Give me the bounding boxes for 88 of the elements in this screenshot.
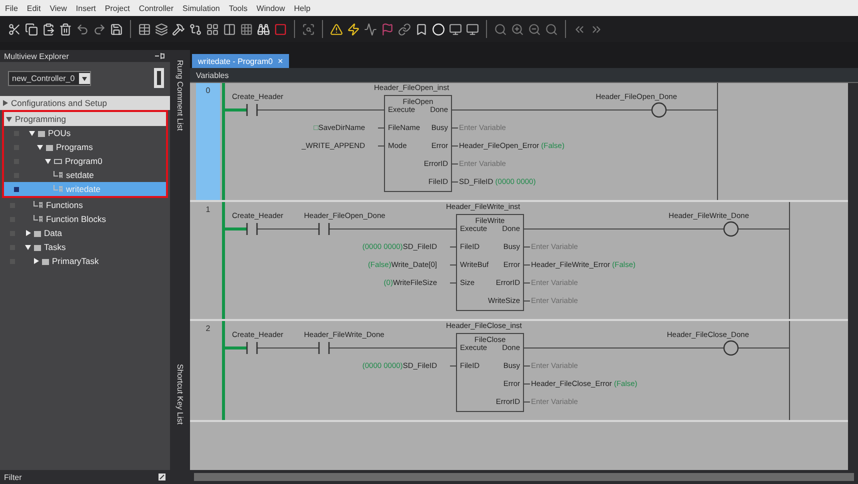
panel-title: Multiview Explorer (4, 52, 69, 60)
collapse-triangle-icon[interactable] (25, 244, 31, 250)
coil-icon[interactable] (651, 102, 667, 118)
collapse-triangle-icon[interactable] (37, 144, 43, 150)
filter-bar[interactable]: Filter (0, 470, 170, 484)
zoom-out-icon[interactable] (528, 22, 541, 36)
stop-icon[interactable] (274, 22, 287, 36)
tree-branch-icon (53, 171, 63, 179)
link-icon[interactable] (398, 22, 411, 36)
tree-item[interactable]: Function Blocks (0, 212, 170, 226)
pulse-icon[interactable] (364, 22, 377, 36)
scan-icon[interactable] (302, 22, 315, 36)
hammer-icon[interactable] (172, 22, 185, 36)
tree-item[interactable]: Tasks (0, 240, 170, 254)
controller-device-icon (154, 68, 164, 88)
expand-triangle-icon[interactable] (33, 258, 39, 264)
coil-icon[interactable] (723, 221, 739, 237)
variables-bar[interactable]: Variables (190, 68, 858, 83)
collapse-triangle-icon[interactable] (29, 130, 35, 136)
rung-number[interactable]: 1 (196, 202, 220, 319)
matrix-icon[interactable] (240, 22, 253, 36)
tree-item[interactable]: PrimaryTask (0, 254, 170, 268)
tree-item[interactable]: Functions (0, 198, 170, 212)
menu-item[interactable]: View (50, 4, 67, 12)
menu-item[interactable]: Controller (138, 4, 174, 12)
menu-item[interactable]: Help (294, 4, 310, 12)
redo-icon[interactable] (93, 22, 106, 36)
program-icon (54, 158, 62, 164)
menu-item[interactable]: Simulation (182, 4, 220, 12)
copy-icon[interactable] (25, 22, 38, 36)
vertical-scrollbar[interactable] (848, 83, 858, 470)
controller-dropdown[interactable]: new_Controller_0 (8, 70, 91, 86)
coil-icon[interactable] (723, 340, 739, 356)
paste-icon[interactable] (42, 22, 55, 36)
zoom-in-icon[interactable] (511, 22, 524, 36)
warning-icon[interactable] (330, 22, 343, 36)
tree-item[interactable]: Data (0, 226, 170, 240)
table-icon[interactable] (138, 22, 151, 36)
flag-icon[interactable] (381, 22, 394, 36)
filter-label: Filter (4, 472, 22, 482)
menu-item[interactable]: Edit (26, 4, 41, 12)
monitor-icon[interactable] (449, 22, 462, 36)
monitor-icon[interactable] (466, 22, 479, 36)
expand-icon[interactable] (158, 473, 166, 481)
circle-icon[interactable] (432, 22, 445, 36)
tree-item[interactable]: Configurations and Setup (0, 96, 170, 110)
scissors-icon[interactable] (8, 22, 21, 36)
menu-item[interactable]: Project (104, 4, 130, 12)
tree-item[interactable]: POUs (4, 126, 166, 140)
contact-icon[interactable] (246, 223, 258, 235)
bookmark-icon[interactable] (415, 22, 428, 36)
menu-item[interactable]: Insert (76, 4, 96, 12)
tree-item[interactable]: Programming (4, 112, 166, 126)
caret-icon (78, 72, 90, 84)
collapse-triangle-icon[interactable] (45, 158, 51, 164)
contact-icon[interactable] (246, 104, 258, 116)
contact-icon[interactable] (246, 342, 258, 354)
rung-number[interactable]: 2 (196, 321, 220, 420)
rung-number[interactable]: 0 (196, 83, 220, 200)
expand-triangle-icon[interactable] (2, 100, 8, 106)
tree-branch-icon (53, 185, 63, 193)
undo-icon[interactable] (76, 22, 89, 36)
search-icon[interactable] (545, 22, 558, 36)
contact-icon[interactable] (318, 223, 330, 235)
grid-icon[interactable] (206, 22, 219, 36)
tree-branch-icon (33, 215, 43, 223)
horizontal-scrollbar[interactable] (190, 470, 858, 484)
side-tab[interactable]: Rung Comment List (176, 60, 184, 131)
trash-icon[interactable] (59, 22, 72, 36)
columns-icon[interactable] (223, 22, 236, 36)
lightning-icon[interactable] (347, 22, 360, 36)
layers-icon[interactable] (155, 22, 168, 36)
compare-icon[interactable] (189, 22, 202, 36)
binoculars-icon[interactable] (257, 22, 270, 36)
menu-item[interactable]: File (5, 4, 18, 12)
save-icon[interactable] (110, 22, 123, 36)
tree-item[interactable]: setdate (4, 168, 166, 182)
tree-branch-icon (33, 201, 43, 209)
contact-icon[interactable] (318, 342, 330, 354)
menu-item[interactable]: Window (256, 4, 285, 12)
search-icon[interactable] (494, 22, 507, 36)
tree-item[interactable]: Programs (4, 140, 166, 154)
pin-icon[interactable] (154, 52, 166, 60)
collapse-triangle-icon[interactable] (6, 116, 12, 122)
menu-item[interactable]: Tools (228, 4, 248, 12)
side-tab[interactable]: Shortcut Key List (176, 364, 184, 424)
tree-item[interactable]: Program0 (4, 154, 166, 168)
expand-triangle-icon[interactable] (25, 230, 31, 236)
